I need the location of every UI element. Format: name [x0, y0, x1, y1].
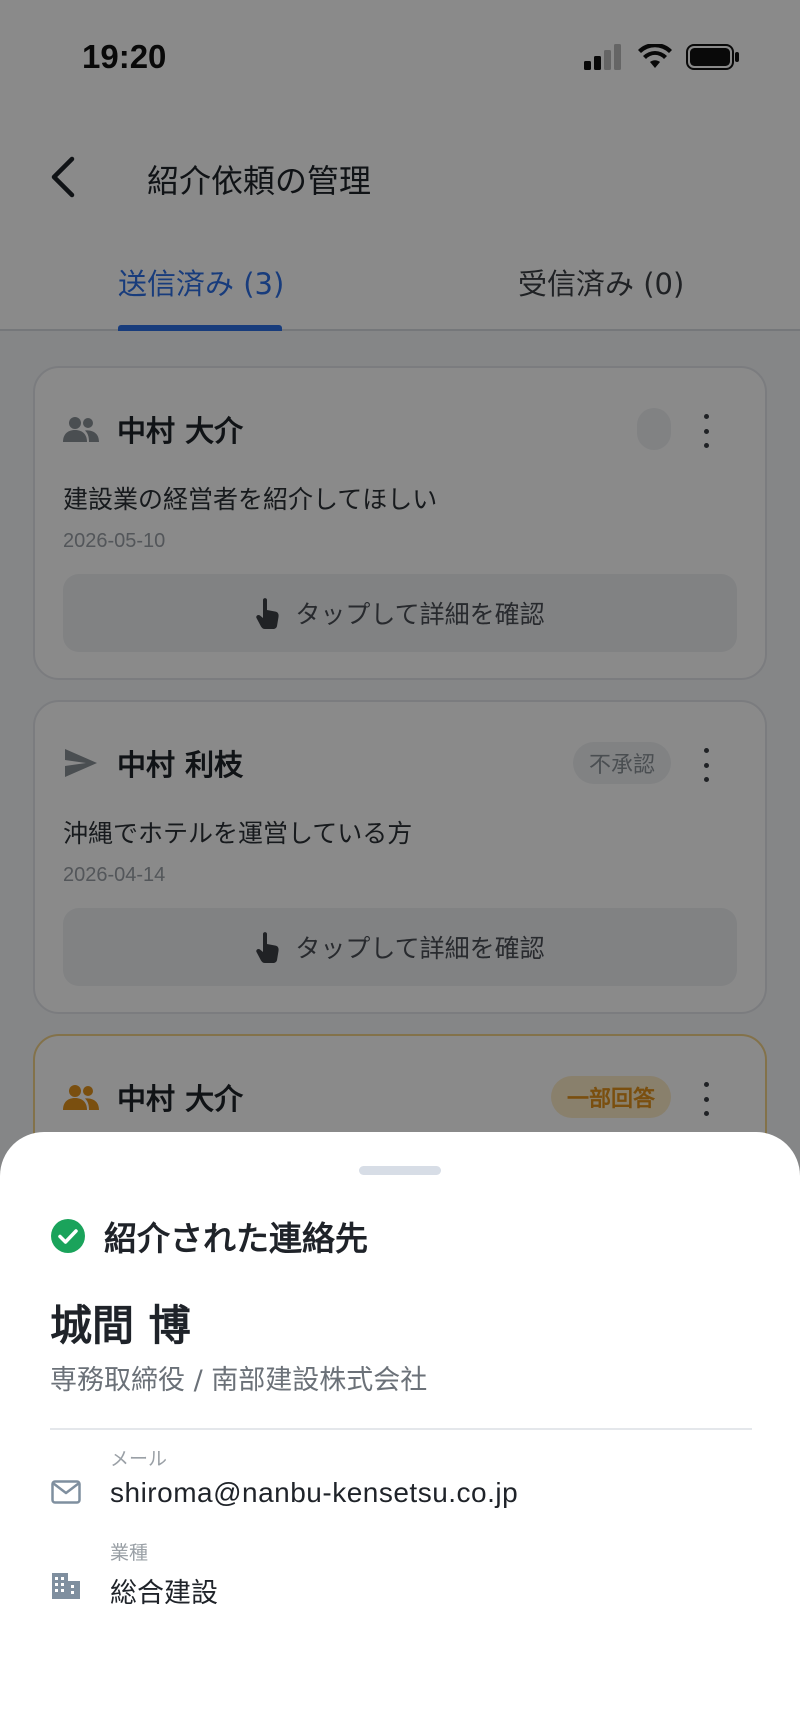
sheet-drag-handle[interactable]: [359, 1166, 441, 1175]
email-info: メール shiroma@nanbu-kensetsu.co.jp: [110, 1444, 518, 1509]
divider: [50, 1428, 752, 1430]
email-label: メール: [110, 1448, 168, 1470]
contact-role: 専務取締役 / 南部建設株式会社: [50, 1365, 428, 1396]
sheet-title: 紹介された連絡先: [104, 1219, 368, 1258]
email-value[interactable]: shiroma@nanbu-kensetsu.co.jp: [110, 1477, 518, 1509]
building-icon: [50, 1570, 82, 1602]
mail-icon: [50, 1476, 82, 1508]
contact-bottom-sheet: 紹介された連絡先 城間 博 専務取締役 / 南部建設株式会社 メール shiro…: [0, 1132, 800, 1735]
sheet-header: 紹介された連絡先: [50, 1212, 368, 1260]
contact-name: 城間 博: [50, 1301, 191, 1350]
industry-row: 業種 総合建設: [50, 1538, 218, 1610]
check-circle-icon: [51, 1219, 85, 1253]
industry-info: 業種 総合建設: [110, 1538, 218, 1610]
industry-value: 総合建設: [110, 1578, 218, 1609]
industry-label: 業種: [110, 1542, 149, 1564]
email-row[interactable]: メール shiroma@nanbu-kensetsu.co.jp: [50, 1444, 518, 1509]
